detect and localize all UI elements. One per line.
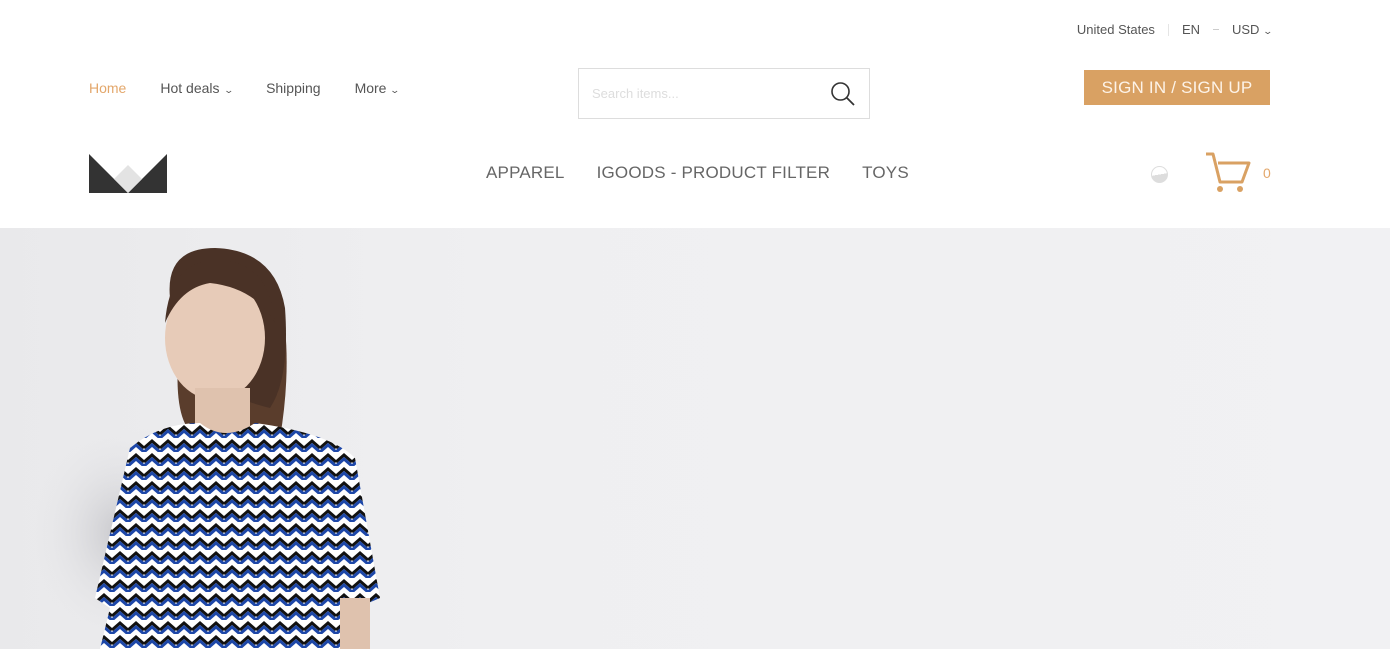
logo[interactable]: [89, 154, 167, 193]
nav-more[interactable]: More ⌄: [354, 80, 401, 96]
top-bar: United States EN USD ⌄: [1077, 22, 1274, 37]
nav-label: More: [354, 80, 387, 96]
search-icon[interactable]: [830, 81, 856, 107]
nav-label: Hot deals: [160, 80, 220, 96]
hero-model-image: [30, 248, 380, 649]
chevron-down-icon: ⌄: [389, 85, 401, 95]
currency-selector[interactable]: USD ⌄: [1232, 22, 1274, 37]
language-selector[interactable]: EN: [1182, 22, 1200, 37]
category-nav: APPAREL IGOODS - PRODUCT FILTER TOYS: [486, 163, 941, 183]
sign-in-button[interactable]: SIGN IN / SIGN UP: [1084, 70, 1270, 105]
search-box: [578, 68, 870, 119]
nav-hot-deals[interactable]: Hot deals ⌄: [160, 80, 234, 96]
divider: [1213, 29, 1219, 30]
nav-home[interactable]: Home: [89, 80, 126, 96]
category-toys[interactable]: TOYS: [862, 163, 909, 183]
main-nav: Home Hot deals ⌄ Shipping More ⌄: [89, 80, 433, 96]
cart-icon[interactable]: [1204, 151, 1252, 195]
currency-label: USD: [1232, 22, 1260, 37]
divider: [1167, 23, 1169, 36]
chevron-down-icon: ⌄: [223, 85, 234, 95]
search-input[interactable]: [592, 86, 830, 101]
cart-count: 0: [1263, 165, 1271, 181]
country-selector[interactable]: United States: [1077, 22, 1155, 37]
nav-shipping[interactable]: Shipping: [266, 80, 321, 96]
category-apparel[interactable]: APPAREL: [486, 163, 565, 183]
loading-icon: [1151, 166, 1168, 183]
hero-banner: [0, 228, 1390, 649]
chevron-down-icon: ⌄: [1262, 26, 1274, 36]
category-igoods-product-filter[interactable]: IGOODS - PRODUCT FILTER: [597, 163, 831, 183]
